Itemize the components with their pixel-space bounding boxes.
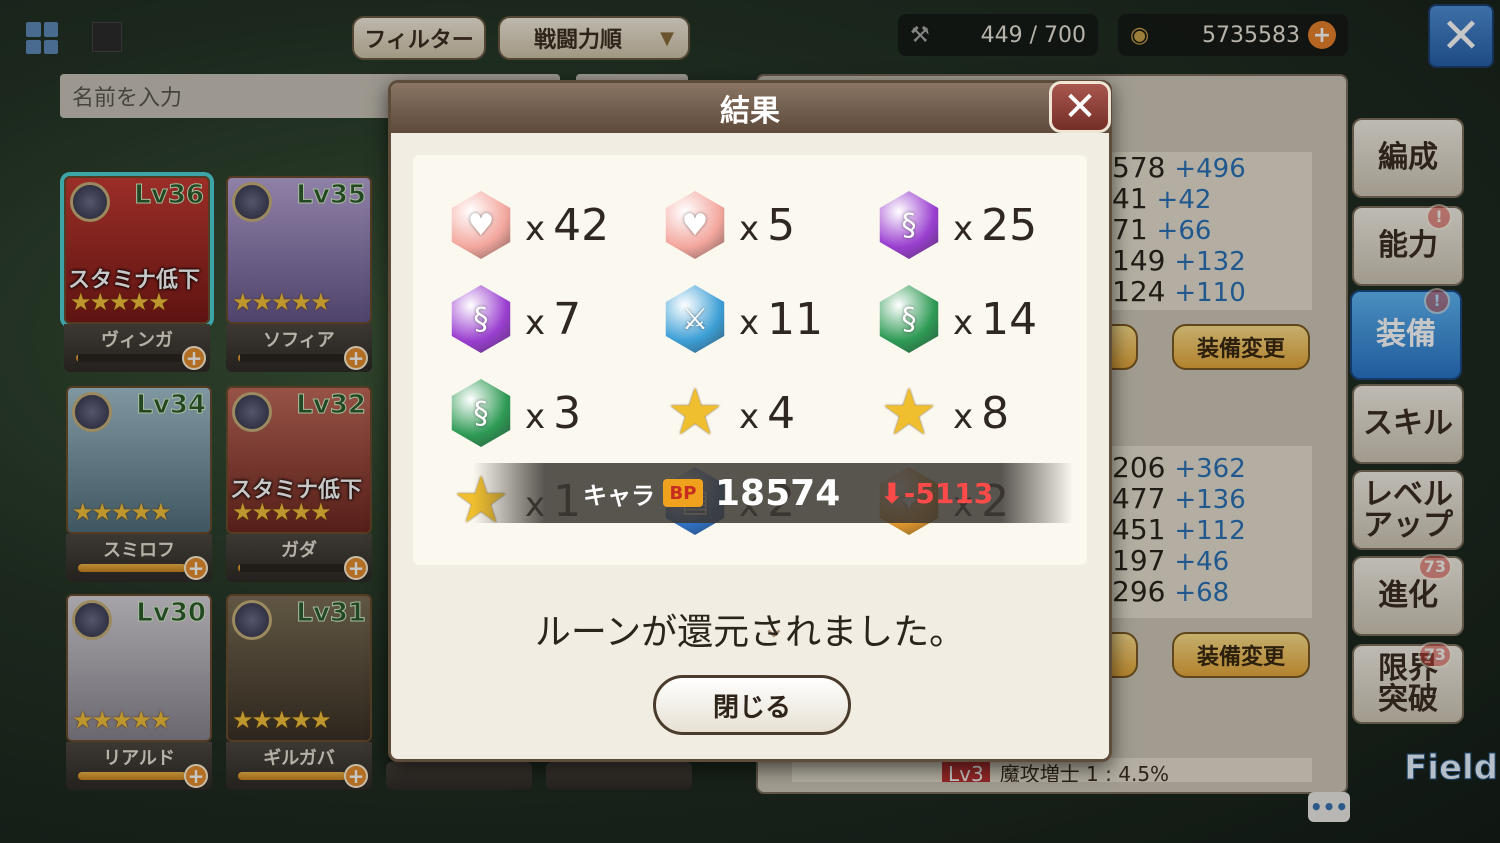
green-rune-icon: § xyxy=(879,285,939,353)
dialog-close-button[interactable]: ✕ xyxy=(1049,81,1111,133)
bp-value: 18574 xyxy=(715,472,841,514)
reward-quantity: x 11 xyxy=(739,293,824,345)
dialog-header: 結果 xyxy=(391,83,1109,133)
arrow-down-icon: ⬇ xyxy=(880,476,904,510)
reward-item: ★ x4 xyxy=(661,373,871,453)
reward-item: ⚔ x 11 xyxy=(661,279,871,359)
reward-count: 42 xyxy=(553,199,610,251)
reward-quantity: x7 xyxy=(525,293,582,345)
reward-quantity: x4 xyxy=(739,387,796,439)
star-rune-icon: ★ xyxy=(880,376,938,450)
reward-item: § x3 xyxy=(447,373,657,453)
reward-count: 5 xyxy=(767,199,796,251)
close-icon: ✕ xyxy=(1063,84,1097,130)
dialog-title: 結果 xyxy=(720,94,780,129)
purple-rune-icon: § xyxy=(451,285,511,353)
green-rune-icon: § xyxy=(451,379,511,447)
result-message: ルーンが還元されました。 xyxy=(534,612,966,653)
reward-count: 14 xyxy=(981,293,1038,345)
reward-quantity: x5 xyxy=(739,199,796,251)
reward-count: 4 xyxy=(767,387,796,439)
reward-item: § x 14 xyxy=(875,279,1085,359)
reward-item: § x7 xyxy=(447,279,657,359)
reward-count: 3 xyxy=(553,387,582,439)
heart-rune-icon: ♥ xyxy=(665,191,725,259)
reward-item: ★ x8 xyxy=(875,373,1085,453)
reward-item: ♥ x 42 xyxy=(447,185,657,265)
bp-change-toast: キャラ BP 18574 ⬇-5113 xyxy=(473,463,1073,523)
reward-quantity: x 14 xyxy=(953,293,1038,345)
reward-quantity: x 25 xyxy=(953,199,1038,251)
bp-icon: BP xyxy=(663,479,703,507)
reward-quantity: x 42 xyxy=(525,199,610,251)
bp-change: ⬇-5113 xyxy=(880,477,993,510)
heart-rune-icon: ♥ xyxy=(451,191,511,259)
result-dialog: 結果 ✕ ♥ x 42 ♥ x5 § x 25 § x7 ⚔ x 11 § x 14 xyxy=(388,80,1112,762)
reward-count: 11 xyxy=(767,293,824,345)
reward-count: 8 xyxy=(981,387,1010,439)
rewards-panel[interactable]: ♥ x 42 ♥ x5 § x 25 § x7 ⚔ x 11 § x 14 § x3 xyxy=(413,155,1087,645)
purple-rune-icon: § xyxy=(879,191,939,259)
reward-count: 25 xyxy=(981,199,1038,251)
reward-item: ♥ x5 xyxy=(661,185,871,265)
close-dialog-button[interactable]: 閉じる xyxy=(653,675,851,735)
reward-count: 7 xyxy=(553,293,582,345)
reward-quantity: x8 xyxy=(953,387,1010,439)
star-rune-icon: ★ xyxy=(666,376,724,450)
reward-item: § x 25 xyxy=(875,185,1085,265)
reward-quantity: x3 xyxy=(525,387,582,439)
blue-rune-icon: ⚔ xyxy=(665,285,725,353)
bp-chara-label: キャラ xyxy=(583,481,655,510)
bp-change-value: -5113 xyxy=(903,476,994,510)
